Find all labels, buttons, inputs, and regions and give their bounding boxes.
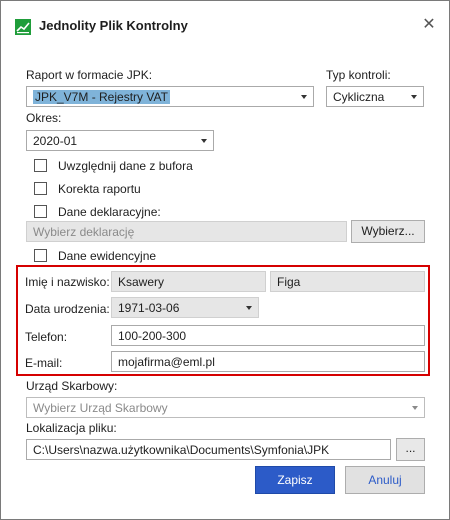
period-label: Okres: (26, 111, 62, 125)
email-label: E-mail: (25, 356, 63, 370)
cancel-button[interactable]: Anuluj (345, 466, 425, 494)
choose-declaration-button[interactable]: Wybierz... (351, 220, 425, 243)
first-name-field[interactable]: Ksawery (111, 271, 266, 292)
control-type-label: Typ kontroli: (326, 68, 391, 82)
buffer-label: Uwzględnij dane z bufora (58, 159, 193, 173)
tax-office-select[interactable]: Wybierz Urząd Skarbowy (26, 397, 425, 418)
dob-picker[interactable]: 1971-03-06 (111, 297, 259, 318)
tax-office-label: Urząd Skarbowy: (26, 379, 118, 393)
file-location-label: Lokalizacja pliku: (26, 421, 117, 435)
chart-app-icon (15, 19, 31, 35)
phone-label: Telefon: (25, 330, 68, 344)
declaration-checkbox[interactable] (34, 205, 47, 218)
chevron-down-icon (411, 95, 417, 99)
phone-field[interactable]: 100-200-300 (111, 325, 425, 346)
close-icon[interactable]: ✕ (419, 15, 439, 35)
report-label: Raport w formacie JPK: (26, 68, 153, 82)
records-checkbox[interactable] (34, 249, 47, 262)
period-select[interactable]: 2020-01 (26, 130, 214, 151)
title-bar: Jednolity Plik Kontrolny ✕ (1, 1, 449, 49)
report-select-value: JPK_V7M - Rejestry VAT (33, 90, 170, 104)
chevron-down-icon (201, 139, 207, 143)
name-label: Imię i nazwisko: (25, 275, 110, 289)
control-type-select[interactable]: Cykliczna (326, 86, 424, 107)
file-path-field[interactable]: C:\Users\nazwa.użytkownika\Documents\Sym… (26, 439, 391, 460)
window-title: Jednolity Plik Kontrolny (39, 18, 188, 33)
dialog-window: Jednolity Plik Kontrolny ✕ Raport w form… (0, 0, 450, 520)
chevron-down-icon (412, 406, 418, 410)
declaration-field[interactable]: Wybierz deklarację (26, 221, 347, 242)
dob-label: Data urodzenia: (25, 302, 110, 316)
browse-button[interactable]: ... (396, 438, 425, 461)
report-select[interactable]: JPK_V7M - Rejestry VAT (26, 86, 314, 107)
chevron-down-icon (246, 306, 252, 310)
correction-checkbox[interactable] (34, 182, 47, 195)
last-name-field[interactable]: Figa (270, 271, 425, 292)
chevron-down-icon (301, 95, 307, 99)
correction-label: Korekta raportu (58, 182, 141, 196)
declaration-label: Dane deklaracyjne: (58, 205, 161, 219)
email-field[interactable]: mojafirma@eml.pl (111, 351, 425, 372)
buffer-checkbox[interactable] (34, 159, 47, 172)
records-label: Dane ewidencyjne (58, 249, 157, 263)
save-button[interactable]: Zapisz (255, 466, 335, 494)
